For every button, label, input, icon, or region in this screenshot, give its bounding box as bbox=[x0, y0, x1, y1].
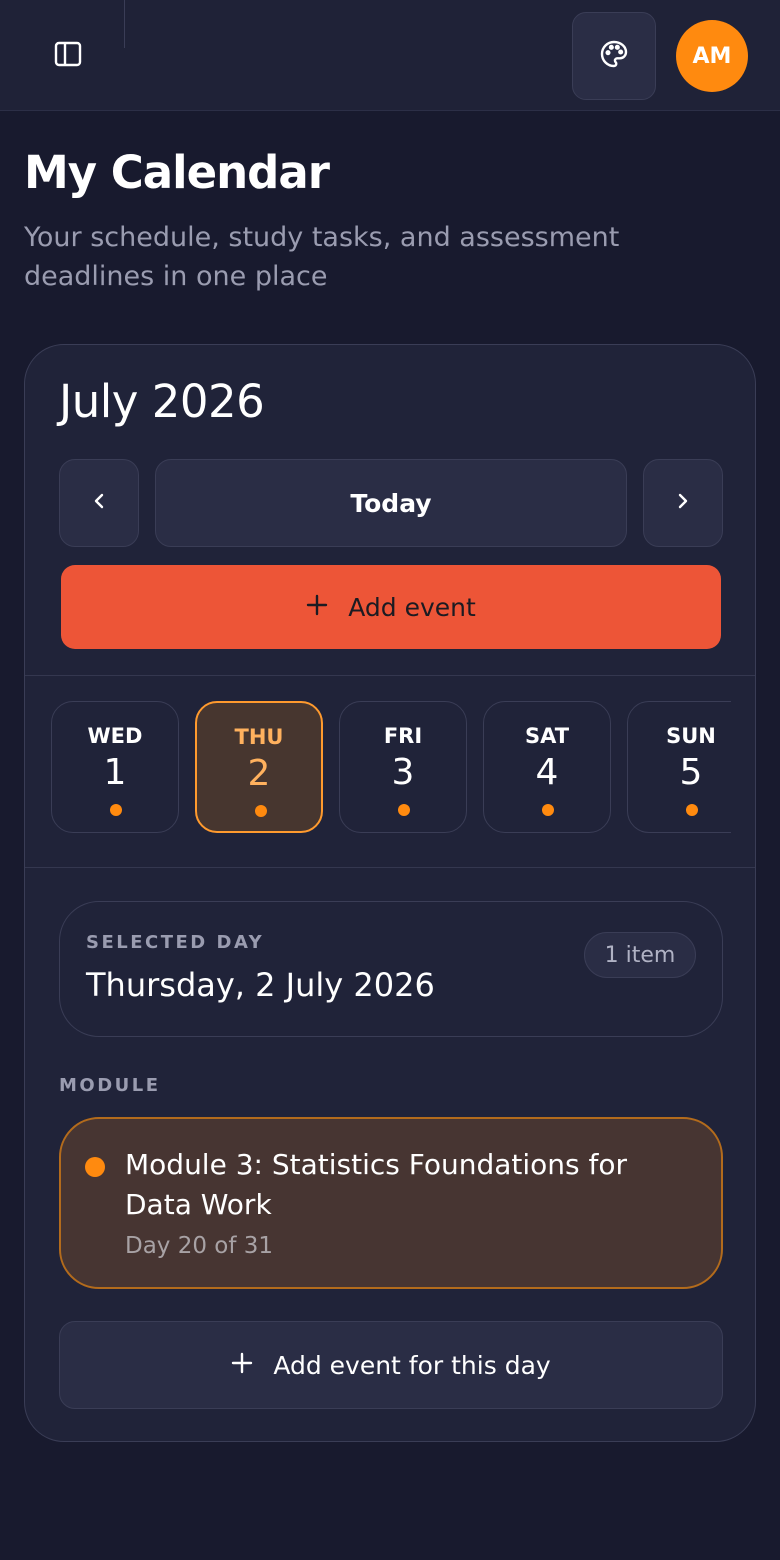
add-event-for-day-button[interactable]: Add event for this day bbox=[59, 1321, 723, 1409]
month-label: July 2026 bbox=[59, 375, 265, 428]
day-name: WED bbox=[87, 724, 143, 748]
chevron-right-icon bbox=[676, 491, 690, 515]
plus-icon bbox=[306, 593, 328, 622]
add-event-for-day-label: Add event for this day bbox=[273, 1350, 551, 1380]
selected-day-panel: SELECTED DAY Thursday, 2 July 2026 1 ite… bbox=[59, 901, 723, 1037]
day-thu-2[interactable]: THU 2 bbox=[195, 701, 323, 833]
sidebar-toggle-button[interactable] bbox=[44, 34, 92, 78]
day-name: THU bbox=[234, 725, 284, 749]
event-indicator-dot bbox=[686, 804, 698, 816]
event-color-dot bbox=[85, 1157, 105, 1177]
palette-icon bbox=[598, 38, 630, 74]
event-indicator-dot bbox=[255, 805, 267, 817]
calendar-card: July 2026 Today Add event WED 1 THU 2 FR… bbox=[24, 344, 756, 1442]
event-indicator-dot bbox=[110, 804, 122, 816]
top-bar: AM bbox=[0, 0, 780, 111]
event-card[interactable]: Module 3: Statistics Foundations for Dat… bbox=[59, 1117, 723, 1289]
selected-day-date: Thursday, 2 July 2026 bbox=[86, 966, 435, 1004]
event-indicator-dot bbox=[542, 804, 554, 816]
event-title: Module 3: Statistics Foundations for Dat… bbox=[125, 1148, 628, 1221]
sidebar-toggle-icon bbox=[54, 41, 82, 71]
divider bbox=[25, 867, 755, 868]
page-subtitle: Your schedule, study tasks, and assessme… bbox=[24, 222, 620, 292]
divider bbox=[25, 675, 755, 676]
item-count-badge: 1 item bbox=[584, 932, 696, 978]
theme-button[interactable] bbox=[572, 12, 656, 100]
day-number: 5 bbox=[679, 752, 703, 793]
day-number: 2 bbox=[247, 753, 271, 794]
page-title: My Calendar bbox=[24, 146, 330, 199]
day-fri-3[interactable]: FRI 3 bbox=[339, 701, 467, 833]
add-event-label: Add event bbox=[348, 592, 476, 622]
week-strip: WED 1 THU 2 FRI 3 SAT 4 SUN 5 bbox=[51, 701, 731, 835]
day-number: 4 bbox=[535, 752, 559, 793]
today-button[interactable]: Today bbox=[155, 459, 627, 547]
day-name: SAT bbox=[524, 724, 570, 748]
next-button[interactable] bbox=[643, 459, 723, 547]
day-number: 1 bbox=[103, 752, 127, 793]
plus-icon bbox=[231, 1351, 253, 1380]
add-event-button[interactable]: Add event bbox=[61, 565, 721, 649]
event-subtitle: Day 20 of 31 bbox=[125, 1233, 274, 1259]
chevron-left-icon bbox=[92, 491, 106, 515]
day-number: 3 bbox=[391, 752, 415, 793]
event-indicator-dot bbox=[398, 804, 410, 816]
avatar[interactable]: AM bbox=[676, 20, 748, 92]
day-wed-1[interactable]: WED 1 bbox=[51, 701, 179, 833]
day-sun-5[interactable]: SUN 5 bbox=[627, 701, 731, 833]
section-label: MODULE bbox=[59, 1075, 161, 1096]
header-divider bbox=[124, 0, 125, 48]
selected-day-label: SELECTED DAY bbox=[86, 932, 265, 953]
previous-button[interactable] bbox=[59, 459, 139, 547]
day-name: SUN bbox=[666, 724, 716, 748]
day-name: FRI bbox=[383, 724, 423, 748]
day-sat-4[interactable]: SAT 4 bbox=[483, 701, 611, 833]
